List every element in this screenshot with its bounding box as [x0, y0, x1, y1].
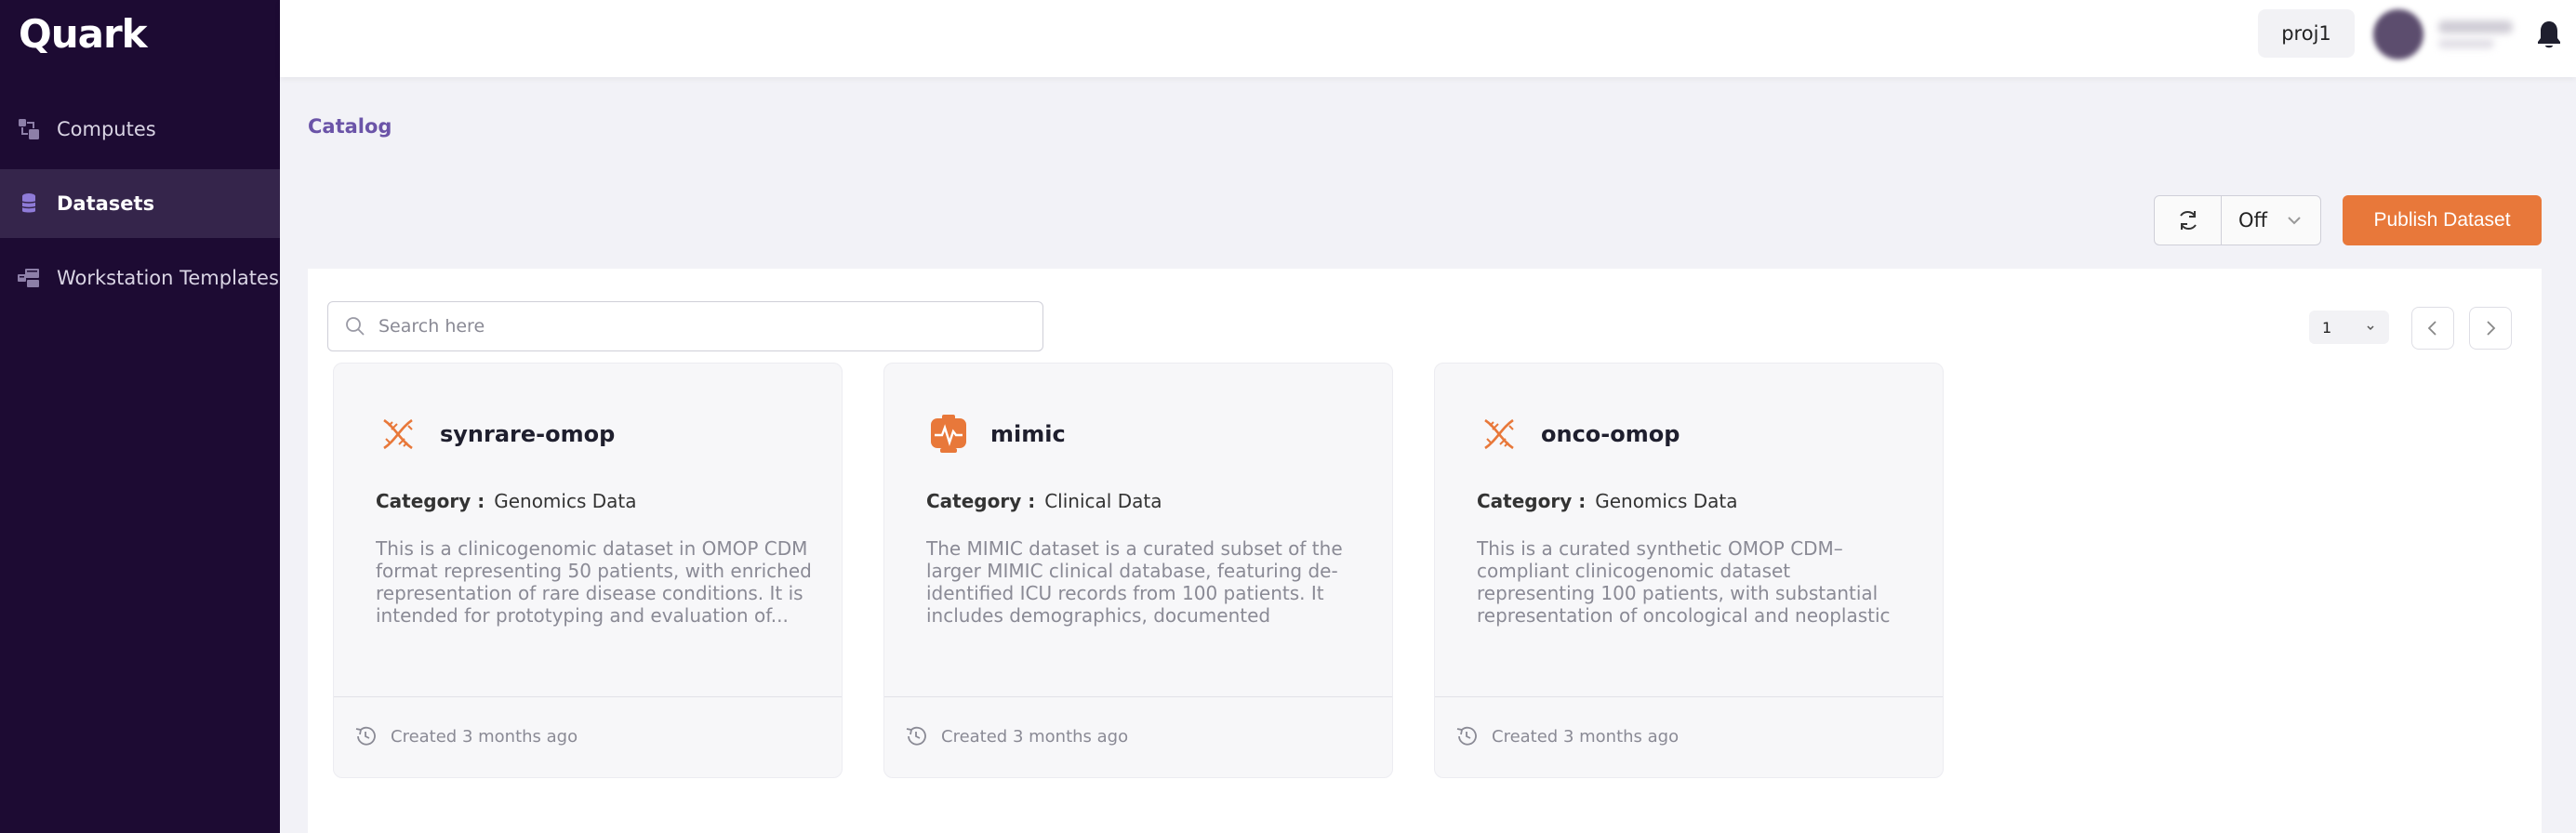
- dataset-category: Category : Genomics Data: [376, 490, 637, 512]
- card-divider: [884, 696, 1392, 697]
- dataset-description: This is a clinicogenomic dataset in OMOP…: [376, 537, 812, 627]
- dataset-card[interactable]: mimic Category : Clinical Data The MIMIC …: [883, 363, 1393, 778]
- search-input[interactable]: [378, 316, 1029, 337]
- dataset-card[interactable]: onco-omop Category : Genomics Data This i…: [1434, 363, 1944, 778]
- chevron-down-icon: [2367, 325, 2374, 331]
- history-icon: [1456, 726, 1477, 746]
- dataset-description: This is a curated synthetic OMOP CDM–com…: [1477, 537, 1891, 627]
- created-time: Created 3 months ago: [941, 726, 1129, 747]
- refresh-interval-select[interactable]: Off: [2222, 209, 2320, 231]
- card-divider: [334, 696, 842, 697]
- avatar: [2373, 9, 2423, 60]
- dataset-description: The MIMIC dataset is a curated subset of…: [926, 537, 1343, 627]
- category-label: Category :: [926, 490, 1036, 512]
- dna-icon: [1478, 413, 1520, 456]
- sidebar-item-label: Workstation Templates: [57, 267, 279, 289]
- sidebar: Quark Computes Datasets Workstation Temp…: [0, 0, 280, 833]
- card-footer: Created 3 months ago: [904, 724, 1128, 748]
- database-icon: [16, 191, 42, 217]
- created-time: Created 3 months ago: [1492, 726, 1680, 747]
- workstation-templates-icon: [16, 265, 42, 291]
- breadcrumb[interactable]: Catalog: [308, 115, 392, 138]
- chevron-left-icon: [2427, 321, 2437, 336]
- refresh-button[interactable]: [2155, 196, 2222, 245]
- refresh-icon: [2179, 210, 2197, 231]
- category-value: Genomics Data: [1595, 490, 1738, 512]
- user-name-redacted: [2438, 20, 2513, 33]
- created-time: Created 3 months ago: [391, 726, 578, 747]
- chevron-down-icon: [2288, 217, 2301, 225]
- project-selector[interactable]: proj1: [2258, 9, 2355, 58]
- dataset-category: Category : Clinical Data: [926, 490, 1162, 512]
- card-divider: [1435, 696, 1943, 697]
- sidebar-item-workstation-templates[interactable]: Workstation Templates: [0, 244, 280, 312]
- search-icon: [346, 317, 365, 336]
- page-select[interactable]: 1: [2309, 311, 2389, 344]
- category-value: Clinical Data: [1044, 490, 1162, 512]
- search-field[interactable]: [327, 301, 1043, 351]
- topbar: [280, 0, 2576, 77]
- card-footer: Created 3 months ago: [1454, 724, 1679, 748]
- sidebar-item-label: Computes: [57, 118, 156, 140]
- dataset-name: synrare-omop: [440, 421, 616, 447]
- dna-icon: [377, 413, 419, 456]
- chevron-right-icon: [2487, 321, 2496, 336]
- dataset-category: Category : Genomics Data: [1477, 490, 1738, 512]
- history-icon: [355, 726, 376, 746]
- dataset-card[interactable]: synrare-omop Category : Genomics Data Thi…: [333, 363, 843, 778]
- catalog-panel: 1 synrare-omop Category : Genomics Data T…: [308, 269, 2542, 833]
- sidebar-item-label: Datasets: [57, 192, 155, 215]
- auto-refresh-control: Off: [2154, 195, 2321, 245]
- category-value: Genomics Data: [494, 490, 637, 512]
- dataset-name: onco-omop: [1541, 421, 1680, 447]
- publish-dataset-button[interactable]: Publish Dataset: [2343, 195, 2542, 245]
- previous-page-button[interactable]: [2411, 307, 2454, 350]
- category-label: Category :: [376, 490, 485, 512]
- sidebar-item-computes[interactable]: Computes: [0, 95, 280, 164]
- app-logo[interactable]: Quark: [19, 11, 148, 57]
- page-number: 1: [2322, 318, 2332, 337]
- clinical-monitor-icon: [927, 413, 970, 456]
- dataset-name: mimic: [990, 421, 1066, 447]
- sidebar-item-datasets[interactable]: Datasets: [0, 169, 280, 238]
- refresh-interval-value: Off: [2238, 209, 2267, 231]
- user-menu[interactable]: [2373, 9, 2522, 60]
- category-label: Category :: [1477, 490, 1587, 512]
- user-subtitle-redacted: [2438, 39, 2494, 48]
- bell-icon[interactable]: [2535, 19, 2563, 50]
- card-footer: Created 3 months ago: [353, 724, 578, 748]
- computes-icon: [16, 116, 42, 142]
- history-icon: [906, 726, 926, 746]
- next-page-button[interactable]: [2469, 307, 2512, 350]
